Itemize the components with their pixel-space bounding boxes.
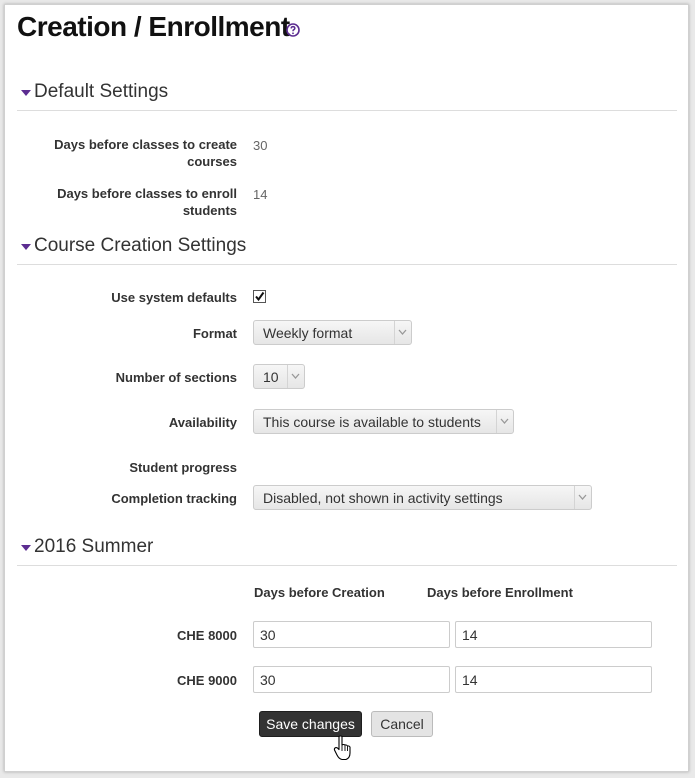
course-label: CHE 9000 [177, 673, 237, 688]
creation-days-input[interactable] [253, 666, 450, 693]
collapse-caret-icon [21, 90, 31, 96]
course-label: CHE 8000 [177, 628, 237, 643]
chevron-down-icon [578, 494, 587, 500]
create-days-label: Days before classes to create courses [54, 137, 237, 169]
enrollment-days-input[interactable] [455, 621, 652, 648]
cancel-button[interactable]: Cancel [371, 711, 433, 737]
checkmark-icon [255, 291, 265, 302]
save-changes-button[interactable]: Save changes [259, 711, 362, 737]
section-title: Default Settings [34, 81, 169, 102]
section-course-creation[interactable]: Course Creation Settings [17, 232, 677, 265]
use-defaults-label: Use system defaults [111, 290, 237, 305]
sections-label: Number of sections [115, 370, 237, 385]
creation-column-header: Days before Creation [254, 585, 385, 600]
completion-selected-value: Disabled, not shown in activity settings [263, 490, 503, 506]
creation-days-input[interactable] [253, 621, 450, 648]
completion-tracking-select[interactable]: Disabled, not shown in activity settings [253, 485, 592, 510]
chevron-down-icon [291, 373, 300, 379]
collapse-caret-icon [21, 545, 31, 551]
create-days-value: 30 [253, 138, 268, 153]
sections-selected-value: 10 [263, 369, 279, 385]
settings-page: Creation / Enrollment Default Settings D… [4, 4, 689, 772]
sections-select[interactable]: 10 [253, 364, 305, 389]
collapse-caret-icon [21, 244, 31, 250]
page-title: Creation / Enrollment [17, 11, 290, 42]
student-progress-heading: Student progress [129, 460, 237, 475]
section-term[interactable]: 2016 Summer [17, 533, 677, 566]
enrollment-column-header: Days before Enrollment [427, 585, 573, 600]
section-title: Course Creation Settings [34, 235, 247, 256]
completion-tracking-label: Completion tracking [111, 491, 237, 506]
availability-selected-value: This course is available to students [263, 414, 481, 430]
format-label: Format [192, 326, 237, 341]
format-selected-value: Weekly format [263, 325, 353, 341]
enroll-days-value: 14 [253, 187, 268, 202]
section-default-settings[interactable]: Default Settings [17, 78, 677, 111]
chevron-down-icon [398, 329, 407, 335]
chevron-down-icon [500, 418, 509, 424]
availability-select[interactable]: This course is available to students [253, 409, 514, 434]
hand-cursor-icon [333, 735, 351, 761]
enrollment-days-input[interactable] [455, 666, 652, 693]
format-select[interactable]: Weekly format [253, 320, 412, 345]
help-icon[interactable] [286, 23, 300, 37]
use-defaults-checkbox[interactable] [253, 290, 266, 303]
section-title: 2016 Summer [34, 536, 154, 557]
enroll-days-label: Days before classes to enroll students [57, 186, 237, 218]
availability-label: Availability [168, 415, 237, 430]
